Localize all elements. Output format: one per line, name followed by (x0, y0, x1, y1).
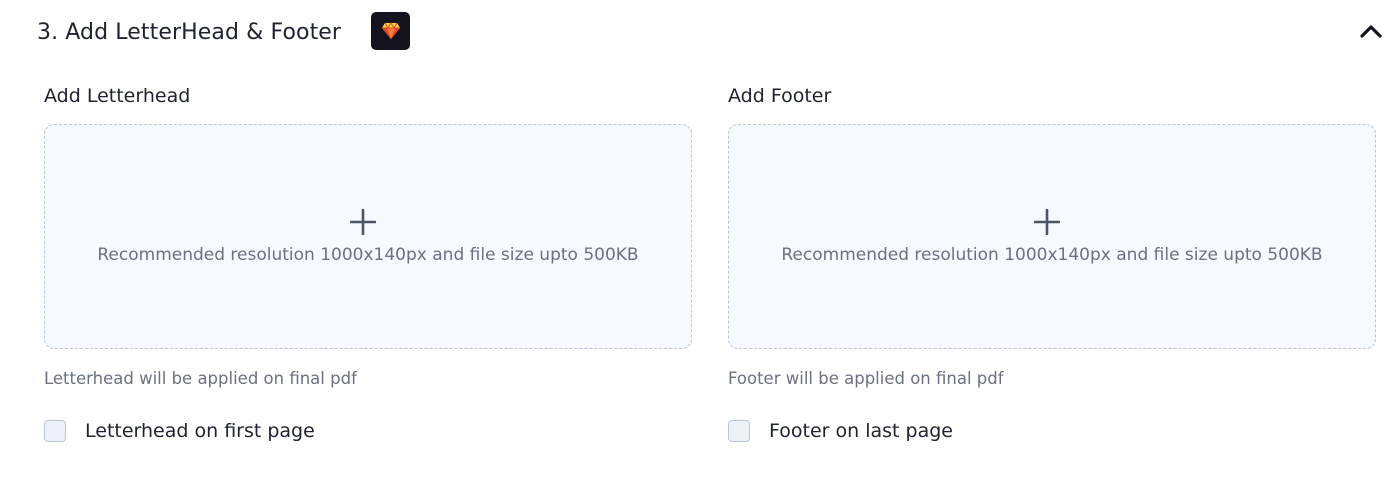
footer-last-page-option[interactable]: Footer on last page (728, 418, 953, 444)
footer-last-page-label[interactable]: Footer on last page (769, 419, 953, 443)
premium-badge (371, 12, 410, 50)
section-title: 3. Add LetterHead & Footer (37, 20, 342, 45)
footer-last-page-checkbox[interactable] (728, 420, 750, 442)
letterhead-helper-text: Letterhead will be applied on final pdf (44, 369, 357, 388)
letterhead-first-page-option[interactable]: Letterhead on first page (44, 418, 315, 444)
collapse-toggle-button[interactable] (1356, 16, 1386, 46)
footer-helper-text: Footer will be applied on final pdf (728, 369, 1004, 388)
plus-icon (1034, 209, 1060, 235)
letterhead-first-page-checkbox[interactable] (44, 420, 66, 442)
plus-icon (350, 209, 376, 235)
letterhead-upload-hint: Recommended resolution 1000x140px and fi… (97, 245, 639, 265)
footer-upload-hint: Recommended resolution 1000x140px and fi… (781, 245, 1323, 265)
letterhead-label: Add Letterhead (44, 85, 191, 107)
letterhead-first-page-label[interactable]: Letterhead on first page (85, 419, 315, 443)
footer-label: Add Footer (728, 85, 832, 107)
section-header: 3. Add LetterHead & Footer (0, 0, 1399, 66)
footer-upload-dropzone[interactable]: Recommended resolution 1000x140px and fi… (728, 124, 1376, 349)
chevron-up-icon (1360, 25, 1382, 38)
letterhead-upload-dropzone[interactable]: Recommended resolution 1000x140px and fi… (44, 124, 692, 349)
diamond-icon (381, 22, 400, 39)
